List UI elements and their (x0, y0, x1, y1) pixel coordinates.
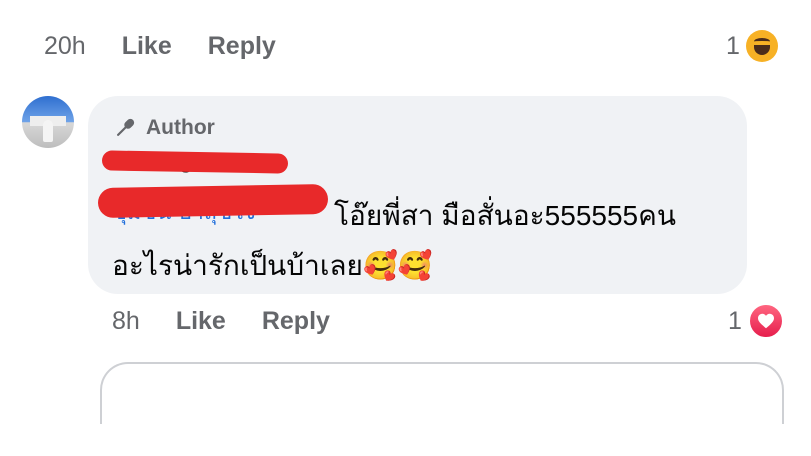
author-badge: Author (112, 114, 215, 142)
comment-text-line-1: โอ๊ยพี่สา มือสั่นอะ555555คน (334, 200, 676, 231)
love-reaction-icon (747, 303, 784, 339)
reply-button[interactable]: Reply (262, 307, 330, 336)
comment-bubble: Author Naming Grp ชุมชน ป้าสุขใจ โอ๊ยพี่… (88, 96, 747, 294)
comment-text-line-2: อะไรน่ารักเป็นบ้าเลย🥰🥰 (112, 250, 433, 281)
microphone-icon (117, 118, 135, 136)
haha-reaction-icon (745, 30, 778, 62)
comment-actions: 8h Like Reply (112, 303, 330, 339)
heart-icon (757, 313, 774, 329)
author-badge-label: Author (146, 116, 215, 139)
like-button[interactable]: Like (176, 307, 226, 336)
name-redaction-mark (101, 150, 289, 174)
comment-time[interactable]: 8h (112, 307, 140, 336)
previous-reaction-summary[interactable]: 1 (726, 28, 778, 64)
previous-reply-button[interactable]: Reply (208, 32, 276, 61)
previous-comment-time[interactable]: 20h (44, 32, 86, 61)
avatar-person-shape (43, 120, 53, 142)
reaction-summary[interactable]: 1 (728, 303, 784, 339)
previous-like-button[interactable]: Like (122, 32, 172, 61)
previous-comment-actions: 20h Like Reply (44, 28, 276, 64)
commenter-avatar[interactable] (22, 96, 74, 148)
mention-redaction-mark (97, 183, 329, 219)
reaction-count: 1 (728, 306, 742, 335)
reply-composer-box[interactable] (100, 362, 784, 424)
previous-reaction-count: 1 (726, 31, 740, 60)
